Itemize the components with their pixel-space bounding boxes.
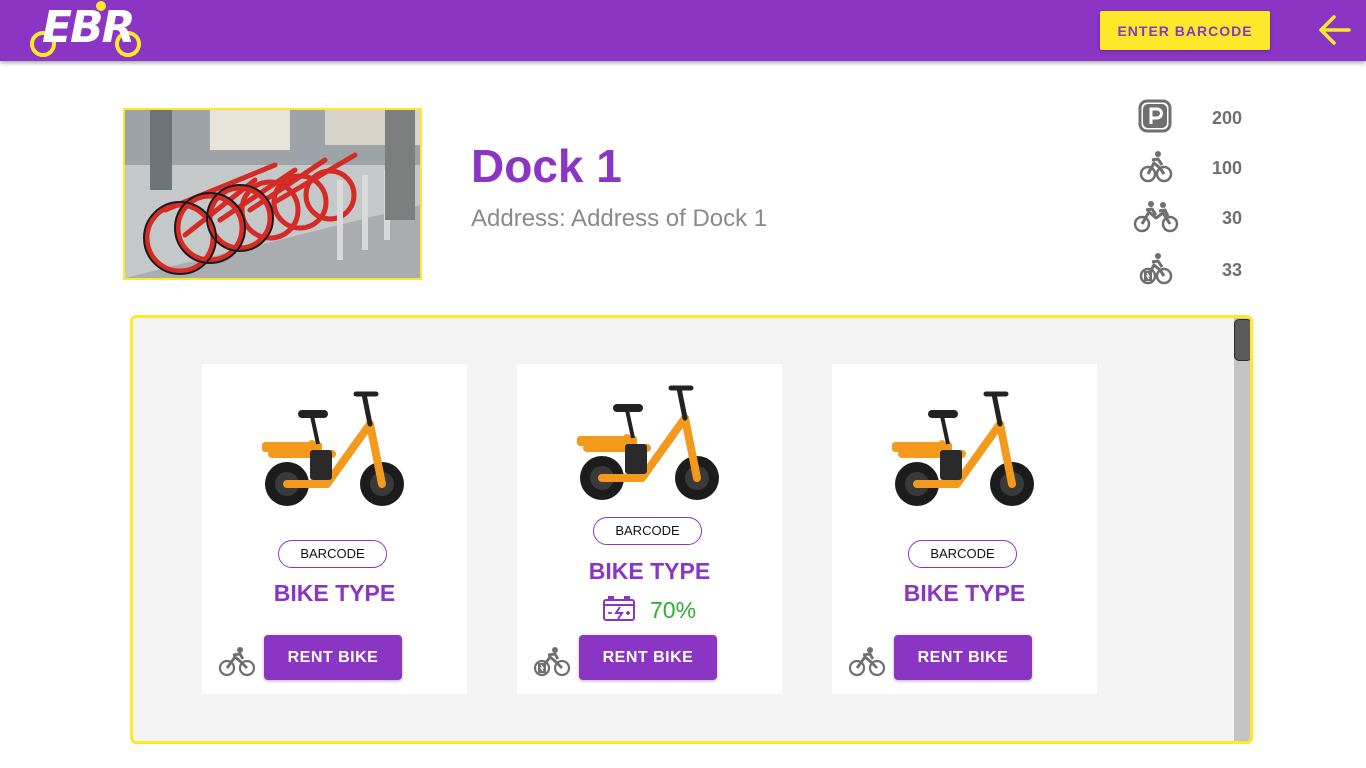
barcode-badge[interactable]: BARCODE [593, 517, 702, 545]
battery-status: 70% [602, 594, 712, 624]
barcode-badge[interactable]: BARCODE [908, 540, 1017, 568]
rent-bike-button[interactable]: RENT BIKE [579, 635, 717, 680]
battery-icon [602, 594, 636, 624]
dock-address: Address: Address of Dock 1 [471, 205, 768, 232]
bike-card: BARCODE BIKE TYPE 70% RENT BIKE [517, 364, 782, 694]
bike-icon [218, 646, 256, 678]
stat-electric-bikes: 33 [1132, 250, 1252, 290]
ebr-logo[interactable]: EBR [26, 0, 146, 61]
dock-photo [123, 108, 422, 280]
bike-type-label: BIKE TYPE [588, 558, 711, 584]
twin-bike-icon [1132, 198, 1180, 238]
electric-bike-photo [567, 378, 732, 513]
electric-bike-photo [252, 384, 417, 519]
stat-bikes: 100 [1132, 148, 1252, 188]
app-bar: EBR ENTER BARCODE [0, 0, 1366, 61]
rent-bike-button[interactable]: RENT BIKE [264, 635, 402, 680]
rent-bike-button[interactable]: RENT BIKE [894, 635, 1032, 680]
scrollbar-thumb[interactable] [1234, 319, 1250, 361]
electric-bike-photo [882, 384, 1047, 519]
bike-list-panel: BARCODE BIKE TYPE RENT BIKE BARCODE BIKE… [130, 315, 1253, 744]
bike-icon [1132, 148, 1180, 188]
electric-bike-icon [1132, 250, 1180, 290]
bike-type-label: BIKE TYPE [903, 580, 1026, 606]
bike-icon [848, 646, 886, 678]
bike-card: BARCODE BIKE TYPE RENT BIKE [832, 364, 1097, 694]
bike-card: BARCODE BIKE TYPE RENT BIKE [202, 364, 467, 694]
electric-bike-count: 33 [1221, 260, 1242, 280]
twin-bike-count: 30 [1221, 208, 1242, 228]
logo-text: EBR [42, 2, 135, 53]
electric-bike-icon [533, 646, 571, 678]
bike-count: 100 [1211, 158, 1242, 178]
back-arrow-icon[interactable] [1318, 14, 1352, 46]
barcode-badge[interactable]: BARCODE [278, 540, 387, 568]
stat-twin-bikes: 30 [1132, 198, 1252, 238]
scrollbar-track[interactable] [1234, 318, 1250, 741]
enter-barcode-button[interactable]: ENTER BARCODE [1100, 11, 1270, 50]
battery-percentage: 70% [650, 597, 697, 623]
dock-name: Dock 1 [471, 140, 622, 192]
parking-count: 200 [1211, 108, 1242, 128]
parking-icon [1132, 98, 1180, 138]
bike-type-label: BIKE TYPE [273, 580, 396, 606]
stat-parking: 200 [1132, 98, 1252, 138]
